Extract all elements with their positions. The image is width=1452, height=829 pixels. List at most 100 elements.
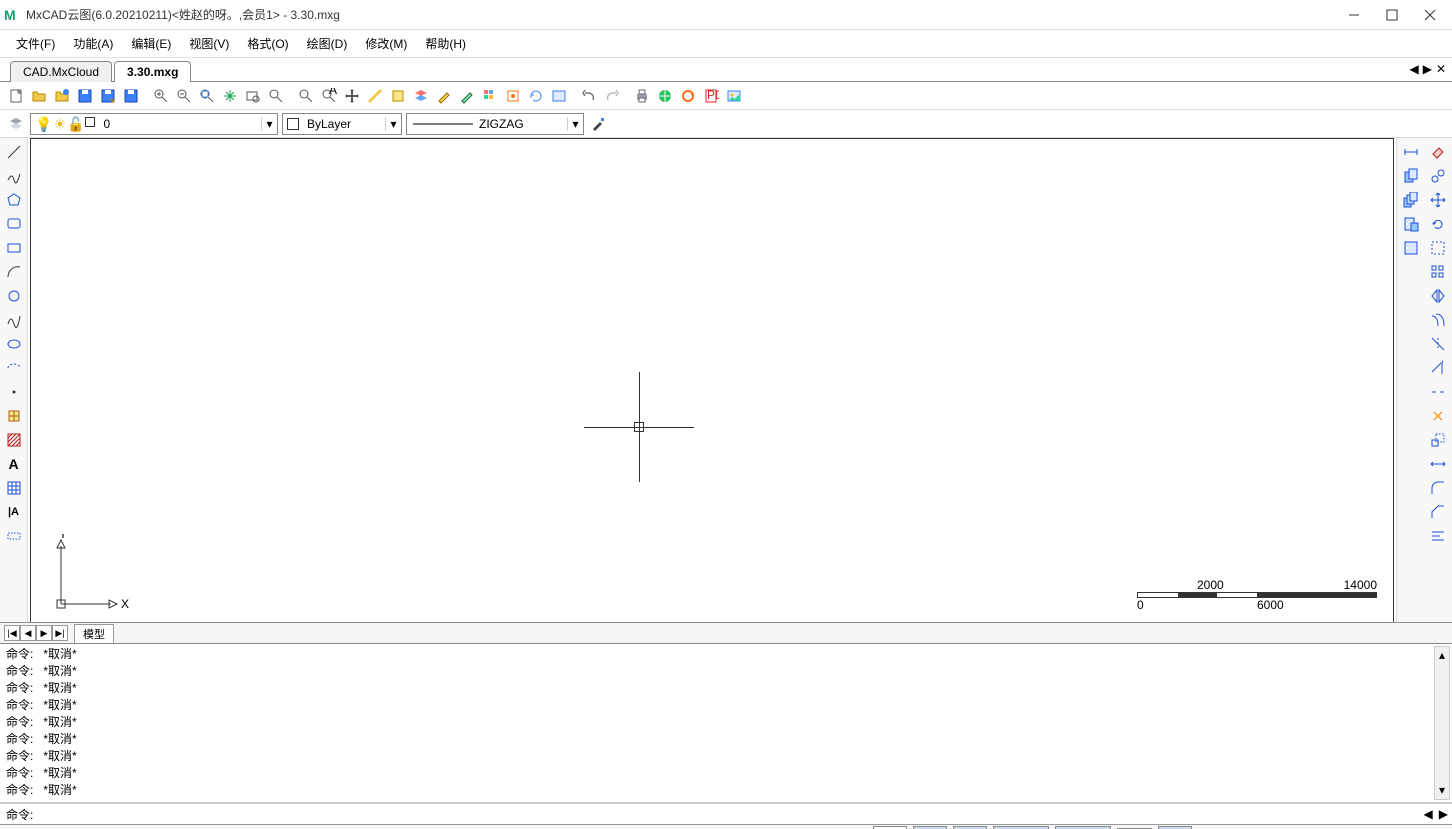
chevron-down-icon[interactable]: ▾ xyxy=(261,117,277,131)
scale-icon[interactable] xyxy=(1428,430,1448,450)
layout-last-icon[interactable]: ▶| xyxy=(52,625,68,641)
highlight-icon[interactable] xyxy=(434,86,454,106)
maximize-button[interactable] xyxy=(1382,5,1402,25)
block-insert-icon[interactable] xyxy=(4,406,24,426)
scroll-down-icon[interactable]: ▾ xyxy=(1439,782,1445,799)
spline-icon[interactable] xyxy=(4,310,24,330)
tab-next-icon[interactable]: ▶ xyxy=(1423,62,1432,76)
menu-edit[interactable]: 编辑(E) xyxy=(123,31,179,56)
color-dropdown[interactable]: ByLayer ▾ xyxy=(282,113,402,135)
command-input[interactable] xyxy=(37,807,1446,821)
trim-icon[interactable] xyxy=(1428,334,1448,354)
menu-app[interactable]: 功能(A) xyxy=(65,31,121,56)
cmd-next-icon[interactable]: ▶ xyxy=(1439,807,1448,821)
ellipse-arc-icon[interactable] xyxy=(4,358,24,378)
undo-icon[interactable] xyxy=(579,86,599,106)
polygon-icon[interactable] xyxy=(4,190,24,210)
text-icon[interactable]: A xyxy=(4,454,24,474)
tab-current-file[interactable]: 3.30.mxg xyxy=(114,61,191,82)
copy2-icon[interactable] xyxy=(1428,166,1448,186)
linetype-dropdown[interactable]: ZIGZAG ▾ xyxy=(406,113,584,135)
close-button[interactable] xyxy=(1420,5,1440,25)
stretch-icon[interactable] xyxy=(1428,454,1448,474)
match-properties-icon[interactable] xyxy=(588,114,608,134)
dimension-icon[interactable] xyxy=(4,526,24,546)
rectangle2-icon[interactable] xyxy=(4,238,24,258)
export-image-icon[interactable] xyxy=(724,86,744,106)
extend-icon[interactable] xyxy=(1428,358,1448,378)
scroll-up-icon[interactable]: ▴ xyxy=(1439,647,1445,664)
chamfer-icon[interactable] xyxy=(1428,502,1448,522)
layout-prev-icon[interactable]: ◀ xyxy=(20,625,36,641)
ellipse-icon[interactable] xyxy=(4,334,24,354)
move-icon[interactable] xyxy=(342,86,362,106)
arc-icon[interactable] xyxy=(4,262,24,282)
drawing-canvas[interactable]: Y X 2000 14000 0 6000 xyxy=(30,138,1394,622)
zoom-previous-icon[interactable] xyxy=(266,86,286,106)
hatch-icon[interactable] xyxy=(4,430,24,450)
erase-icon[interactable] xyxy=(1428,142,1448,162)
cmd-prev-icon[interactable]: ◀ xyxy=(1424,807,1433,821)
array-icon[interactable] xyxy=(1428,262,1448,282)
find-icon[interactable] xyxy=(296,86,316,106)
pencil-icon[interactable] xyxy=(457,86,477,106)
fillet-icon[interactable] xyxy=(1428,478,1448,498)
circle-icon[interactable] xyxy=(4,286,24,306)
zoom-out-icon[interactable] xyxy=(174,86,194,106)
polyline-icon[interactable] xyxy=(4,166,24,186)
area-icon[interactable] xyxy=(388,86,408,106)
model-tab[interactable]: 模型 xyxy=(74,624,114,643)
dimension-linear-icon[interactable] xyxy=(1401,142,1421,162)
rotate-icon[interactable] xyxy=(1428,214,1448,234)
layers-icon[interactable] xyxy=(411,86,431,106)
mtext-icon[interactable]: |A xyxy=(4,502,24,522)
open-folder-icon[interactable] xyxy=(29,86,49,106)
point-icon[interactable] xyxy=(4,382,24,402)
tab-prev-icon[interactable]: ◀ xyxy=(1409,62,1418,76)
measure-icon[interactable] xyxy=(365,86,385,106)
layout-next-icon[interactable]: ▶ xyxy=(36,625,52,641)
table-icon[interactable] xyxy=(4,478,24,498)
menu-help[interactable]: 帮助(H) xyxy=(417,31,474,56)
browser-icon[interactable] xyxy=(655,86,675,106)
align-icon[interactable] xyxy=(1428,526,1448,546)
layer-dropdown[interactable]: 💡 ☀ 🔓 0 ▾ xyxy=(30,113,278,135)
rectangle-icon[interactable] xyxy=(4,214,24,234)
refresh-icon[interactable] xyxy=(678,86,698,106)
new-file-icon[interactable] xyxy=(6,86,26,106)
save-cloud-icon[interactable] xyxy=(121,86,141,106)
menu-file[interactable]: 文件(F) xyxy=(8,31,63,56)
zoom-window-icon[interactable] xyxy=(243,86,263,106)
chevron-down-icon[interactable]: ▾ xyxy=(385,117,401,131)
print-icon[interactable] xyxy=(632,86,652,106)
explode-icon[interactable] xyxy=(1428,406,1448,426)
layer-manager-icon[interactable] xyxy=(6,114,26,134)
zoom-in-icon[interactable] xyxy=(151,86,171,106)
break-icon[interactable] xyxy=(1428,382,1448,402)
pan-icon[interactable] xyxy=(220,86,240,106)
chevron-down-icon[interactable]: ▾ xyxy=(567,117,583,131)
layout-first-icon[interactable]: |◀ xyxy=(4,625,20,641)
tab-close-icon[interactable]: ✕ xyxy=(1436,62,1446,76)
save-as-icon[interactable] xyxy=(98,86,118,106)
copy-icon[interactable] xyxy=(1401,166,1421,186)
minimize-button[interactable] xyxy=(1344,5,1364,25)
snap-settings-icon[interactable] xyxy=(503,86,523,106)
save-icon[interactable] xyxy=(75,86,95,106)
zoom-extents-icon[interactable] xyxy=(197,86,217,106)
menu-modify[interactable]: 修改(M) xyxy=(357,31,415,56)
open-cloud-icon[interactable] xyxy=(52,86,72,106)
find-replace-icon[interactable]: A xyxy=(319,86,339,106)
export-pdf-icon[interactable]: PDF xyxy=(701,86,721,106)
menu-view[interactable]: 视图(V) xyxy=(181,31,237,56)
palette-icon[interactable] xyxy=(480,86,500,106)
scrollbar[interactable]: ▴▾ xyxy=(1434,646,1450,800)
tab-cad-mxcloud[interactable]: CAD.MxCloud xyxy=(10,61,112,82)
paste-block-icon[interactable] xyxy=(1401,238,1421,258)
move-cross-icon[interactable] xyxy=(1428,190,1448,210)
offset-icon[interactable] xyxy=(1428,310,1448,330)
paste-icon[interactable] xyxy=(1401,214,1421,234)
copy-multiple-icon[interactable] xyxy=(1401,190,1421,210)
redo-icon[interactable] xyxy=(602,86,622,106)
select-all-icon[interactable] xyxy=(1428,238,1448,258)
